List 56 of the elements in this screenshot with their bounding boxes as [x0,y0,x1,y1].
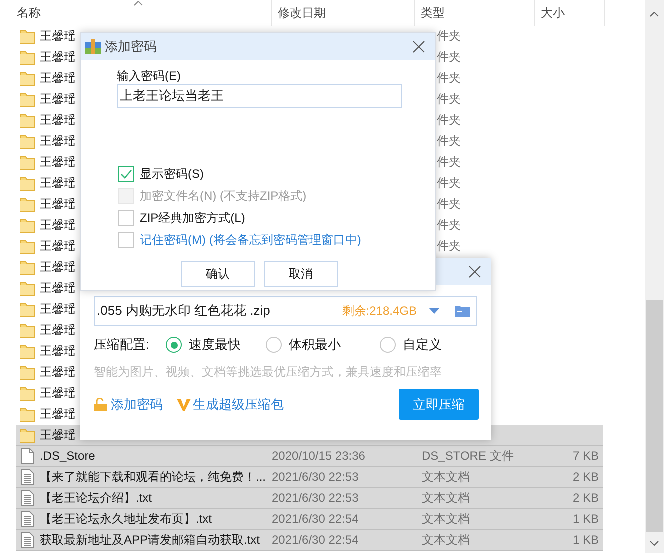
type-cell: 件夹 [437,218,461,232]
date-cell: 2021/6/30 22:53 [272,470,359,484]
file-name: 王馨瑶 [40,427,76,444]
file-name: 王馨瑶 [40,238,76,255]
file-name: 王馨瑶 [40,406,76,423]
date-cell: 2021/6/30 22:53 [272,491,359,505]
file-name: 王馨瑶 [40,28,76,45]
type-cell: 件夹 [437,50,461,64]
file-name: 王馨瑶 [40,217,76,234]
type-cell: 件夹 [437,92,461,106]
file-name: 【来了就能下载和观看的论坛，纯免费！... [40,469,266,486]
date-cell: 2020/10/15 23:36 [272,449,366,463]
file-name: 王馨瑶 [40,49,76,66]
hint-text: 智能为图片、视频、文档等挑选最优压缩方式，兼具速度和压缩率 [94,364,443,381]
free-space-label: 剩余:218.4GB [342,303,417,320]
file-name: 王馨瑶 [40,154,76,171]
size-cell-text: 1 KB [572,532,599,549]
file-name: 王馨瑶 [40,196,76,213]
file-name: 王馨瑶 [40,385,76,402]
type-cell: 件夹 [437,29,461,43]
type-cell: 件夹 [437,239,461,253]
size-cell-text: 2 KB [572,490,599,507]
size-cell-text: 1 KB [572,511,599,528]
date-cell: 2021/6/30 22:54 [272,512,359,526]
type-cell: 文本文档 [422,533,470,547]
type-cell: 件夹 [437,197,461,211]
type-cell: 文本文档 [422,512,470,526]
config-label: 压缩配置: [94,336,151,354]
type-cell: 件夹 [437,134,461,148]
file-name: 王馨瑶 [40,280,76,297]
type-cell: 文本文档 [422,470,470,484]
file-name: 王馨瑶 [40,301,76,318]
file-name: 王馨瑶 [40,112,76,129]
file-name: 王馨瑶 [40,364,76,381]
type-cell: 件夹 [437,113,461,127]
file-name: 王馨瑶 [40,91,76,108]
file-name: .DS_Store [40,448,96,465]
file-name: 获取最新地址及APP请发邮箱自动获取.txt [40,532,260,549]
file-name: 王馨瑶 [40,133,76,150]
type-cell: DS_STORE 文件 [422,449,514,463]
file-name: 【老王论坛永久地址发布页】.txt [40,511,212,528]
size-cell-text: 7 KB [572,448,599,465]
date-cell: 2021/6/30 22:54 [272,533,359,547]
file-name: 王馨瑶 [40,322,76,339]
field-label: 输入密码(E) [117,69,182,83]
file-name: 王馨瑶 [40,259,76,276]
file-name: 王馨瑶 [40,175,76,192]
type-cell: 件夹 [437,176,461,190]
type-cell: 件夹 [437,71,461,85]
file-name: 王馨瑶 [40,70,76,87]
dialog-title: 添加密码 [105,38,158,56]
type-cell: 件夹 [437,155,461,169]
size-cell-text: 2 KB [572,469,599,486]
type-cell: 文本文档 [422,491,470,505]
file-name: 王馨瑶 [40,343,76,360]
file-name: 【老王论坛介绍】.txt [40,490,152,507]
